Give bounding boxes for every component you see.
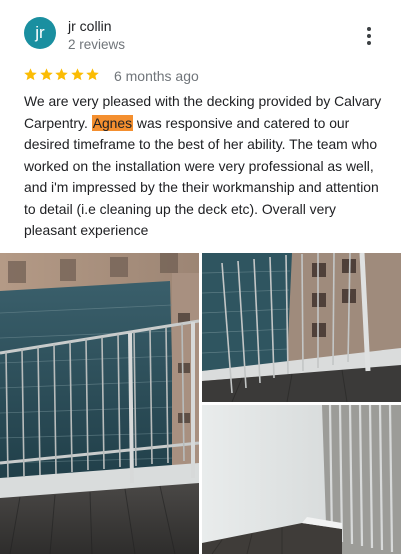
review-photos (0, 253, 401, 554)
author-review-count: 2 reviews (68, 37, 126, 52)
review-photo-deck-corner[interactable] (202, 405, 401, 554)
star-icon (70, 68, 84, 81)
highlighted-name: Agnes (91, 114, 134, 131)
star-icon (24, 68, 37, 81)
review-photo-balcony-railing[interactable] (0, 253, 199, 554)
more-dot (367, 41, 371, 45)
photo-icon (202, 405, 401, 554)
author-name[interactable]: jr collin (68, 18, 112, 35)
star-icon (86, 68, 99, 81)
rating-row: 6 months ago (23, 66, 199, 86)
more-dot (367, 34, 371, 38)
avatar[interactable]: jr (24, 17, 56, 49)
star-rating (23, 66, 101, 86)
review-card: jr jr collin 2 reviews 6 months ago We a… (0, 0, 401, 554)
star-icon (55, 68, 68, 81)
more-vert-icon[interactable] (359, 25, 379, 47)
review-header: jr jr collin 2 reviews (24, 17, 381, 55)
photo-icon (0, 253, 199, 554)
star-icon (39, 68, 53, 81)
photo-icon (202, 253, 401, 402)
more-dot (367, 27, 371, 31)
review-text-part: was responsive and catered to our desire… (24, 114, 379, 239)
review-date: 6 months ago (113, 68, 199, 84)
review-text: We are very pleased with the decking pro… (24, 91, 382, 242)
review-photo-railing-closeup[interactable] (202, 253, 401, 402)
